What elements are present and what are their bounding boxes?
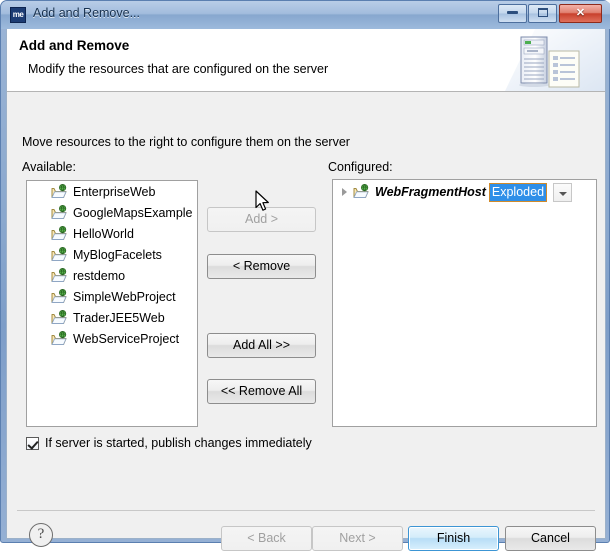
publish-immediately-label: If server is started, publish changes im… <box>45 436 312 450</box>
banner-subtitle: Modify the resources that are configured… <box>28 62 329 76</box>
app-icon: me <box>10 7 26 23</box>
banner-title: Add and Remove <box>19 38 130 53</box>
available-list-item-label: MyBlogFacelets <box>73 247 162 262</box>
add-button[interactable]: Add > <box>207 207 316 232</box>
web-project-folder-icon <box>51 246 67 261</box>
minimize-icon <box>507 11 518 14</box>
web-project-folder-icon <box>51 288 67 303</box>
chevron-down-icon[interactable] <box>553 182 573 202</box>
finish-button[interactable]: Finish <box>408 526 499 551</box>
maximize-icon <box>537 8 548 17</box>
configured-list[interactable]: WebFragmentHost Exploded <box>332 179 597 427</box>
available-list-item[interactable]: SimpleWebProject <box>27 286 197 307</box>
available-list[interactable]: EnterpriseWeb GoogleMapsExample HelloWorld… <box>26 180 198 427</box>
checkmark-icon <box>26 436 39 450</box>
available-list-item-label: SimpleWebProject <box>73 289 176 304</box>
available-list-item[interactable]: HelloWorld <box>27 223 197 244</box>
cancel-button[interactable]: Cancel <box>505 526 596 551</box>
available-list-item[interactable]: restdemo <box>27 265 197 286</box>
web-project-folder-icon <box>51 330 67 345</box>
available-list-item-label: HelloWorld <box>73 226 134 241</box>
instruction-text: Move resources to the right to configure… <box>22 135 350 149</box>
available-list-item-label: EnterpriseWeb <box>73 184 156 199</box>
available-list-item-label: TraderJEE5Web <box>73 310 165 325</box>
web-project-folder-icon <box>353 184 369 198</box>
dialog-window: me Add and Remove... ✕ Add and Remove Mo… <box>0 0 610 551</box>
next-button[interactable]: Next > <box>312 526 403 551</box>
configured-item-value[interactable]: Exploded <box>488 182 548 202</box>
available-list-item[interactable]: TraderJEE5Web <box>27 307 197 328</box>
publish-immediately-checkbox[interactable]: If server is started, publish changes im… <box>26 436 312 450</box>
web-project-folder-icon <box>51 309 67 324</box>
web-project-folder-icon <box>51 225 67 240</box>
maximize-button[interactable] <box>528 4 557 23</box>
available-list-item[interactable]: EnterpriseWeb <box>27 181 197 202</box>
configured-item-name: WebFragmentHost <box>375 185 486 199</box>
available-list-item[interactable]: GoogleMapsExample <box>27 202 197 223</box>
close-button[interactable]: ✕ <box>559 4 602 23</box>
configured-label: Configured: <box>328 160 393 174</box>
remove-button[interactable]: < Remove <box>207 254 316 279</box>
available-list-item-label: WebServiceProject <box>73 331 180 346</box>
expand-arrow-icon[interactable] <box>339 186 351 198</box>
minimize-button[interactable] <box>498 4 527 23</box>
server-and-document-illustration <box>505 29 605 91</box>
configured-list-item[interactable]: WebFragmentHost Exploded <box>333 180 596 204</box>
remove-all-button[interactable]: << Remove All <box>207 379 316 404</box>
back-button[interactable]: < Back <box>221 526 312 551</box>
wizard-banner: Add and Remove Modify the resources that… <box>7 29 605 92</box>
window-title: Add and Remove... <box>33 6 141 20</box>
dialog-client-area: Add and Remove Modify the resources that… <box>6 29 606 551</box>
title-bar[interactable]: me Add and Remove... ✕ <box>1 1 610 29</box>
available-list-item[interactable]: MyBlogFacelets <box>27 244 197 265</box>
help-icon[interactable]: ? <box>29 523 53 547</box>
web-project-folder-icon <box>51 204 67 219</box>
web-project-folder-icon <box>51 267 67 282</box>
footer-separator <box>17 510 595 511</box>
available-list-item-label: restdemo <box>73 268 126 283</box>
web-project-folder-icon <box>51 183 67 198</box>
available-list-item[interactable]: WebServiceProject <box>27 328 197 349</box>
available-list-item-label: GoogleMapsExample <box>73 205 193 220</box>
available-label: Available: <box>22 160 76 174</box>
add-all-button[interactable]: Add All >> <box>207 333 316 358</box>
